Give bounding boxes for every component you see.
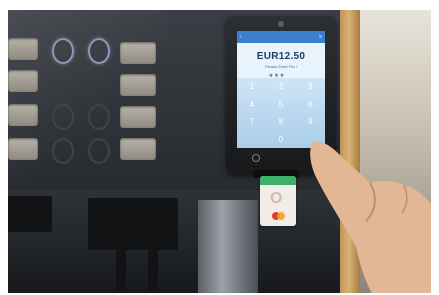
keypad-key[interactable]: 1	[237, 78, 266, 96]
keypad-key[interactable]: 7	[237, 113, 266, 131]
payment-card: O	[260, 176, 296, 226]
machine-ring-light	[88, 104, 110, 130]
machine-button	[120, 74, 156, 96]
panel-reflection	[8, 10, 168, 190]
menu-icon: ≡	[319, 34, 322, 40]
machine-button	[8, 38, 38, 60]
keypad-key[interactable]: 9	[296, 113, 325, 131]
machine-button	[120, 138, 156, 160]
keypad-key[interactable]: 6	[296, 96, 325, 114]
keypad-key[interactable]: 5	[266, 96, 295, 114]
machine-button	[8, 104, 38, 126]
pin-prompt: Please Enter Pin !	[264, 64, 298, 69]
dispenser-nozzle	[116, 250, 126, 290]
keypad-key[interactable]	[237, 131, 266, 149]
machine-ring-light	[52, 38, 74, 64]
status-bar: ‹ ≡	[237, 31, 325, 43]
machine-button	[120, 42, 156, 64]
steel-panel	[198, 200, 258, 293]
card-stripe	[260, 176, 296, 185]
keypad-key[interactable]: 3	[296, 78, 325, 96]
terminal-screen: ‹ ≡ EUR12.50 Please Enter Pin ! ***_ 1 2…	[237, 31, 325, 148]
brand-logo-icon	[252, 154, 260, 162]
dispenser-block	[8, 196, 52, 232]
photo-scene: ‹ ≡ EUR12.50 Please Enter Pin ! ***_ 1 2…	[8, 10, 431, 293]
pointing-hand	[310, 141, 431, 293]
keypad-key[interactable]: 4	[237, 96, 266, 114]
machine-ring-light	[52, 138, 74, 164]
machine-button	[120, 106, 156, 128]
dispenser-spout	[88, 198, 178, 250]
keypad-key[interactable]: 2	[266, 78, 295, 96]
machine-button	[8, 138, 38, 160]
machine-ring-light	[52, 104, 74, 130]
back-icon: ‹	[240, 34, 242, 40]
keypad-key[interactable]: 8	[266, 113, 295, 131]
payment-amount: EUR12.50	[256, 51, 306, 62]
camera-icon	[278, 21, 284, 27]
machine-ring-light	[88, 38, 110, 64]
keypad-key[interactable]: 0	[266, 131, 295, 149]
card-logo: O	[270, 190, 283, 207]
dispenser-nozzle	[148, 250, 158, 290]
machine-ring-light	[88, 138, 110, 164]
machine-button	[8, 70, 38, 92]
mastercard-logo-icon	[277, 212, 285, 220]
